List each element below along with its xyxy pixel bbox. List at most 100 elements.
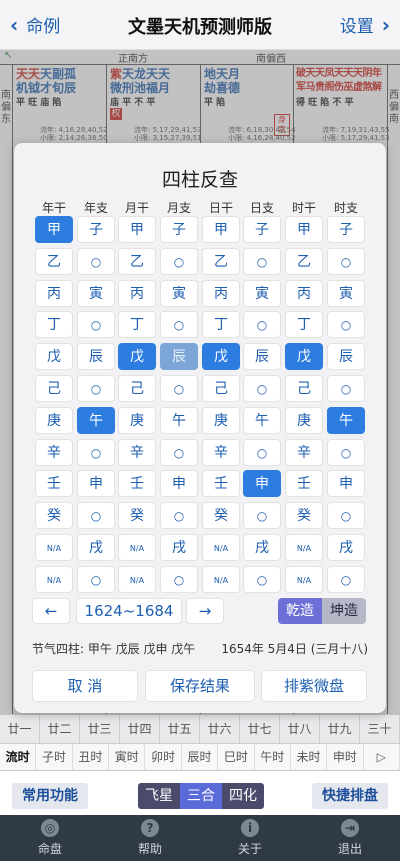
next-range-button[interactable]: → xyxy=(186,598,224,624)
pillar-option-year-branch[interactable]: ○ xyxy=(77,375,115,402)
pillar-option-year-stem[interactable]: 庚 xyxy=(35,407,73,434)
pillar-option-hour-branch[interactable]: ○ xyxy=(327,375,365,402)
hour-cell[interactable]: 未时 xyxy=(291,744,328,770)
pillar-option-day-branch[interactable]: ○ xyxy=(243,566,281,593)
pillar-option-year-branch[interactable]: ○ xyxy=(77,248,115,275)
pillar-option-day-stem[interactable]: N/A xyxy=(202,534,240,561)
pillar-option-year-stem[interactable]: 癸 xyxy=(35,502,73,529)
pillar-option-hour-stem[interactable]: 己 xyxy=(285,375,323,402)
pillar-option-month-branch[interactable]: 子 xyxy=(160,216,198,243)
pillar-option-day-branch[interactable]: ○ xyxy=(243,375,281,402)
pillar-option-year-stem[interactable]: 己 xyxy=(35,375,73,402)
pillar-option-month-stem[interactable]: 丁 xyxy=(118,311,156,338)
pillar-option-month-stem[interactable]: 丙 xyxy=(118,280,156,307)
pillar-option-year-stem[interactable]: N/A xyxy=(35,534,73,561)
pillar-option-hour-branch[interactable]: 寅 xyxy=(327,280,365,307)
pillar-option-month-branch[interactable]: 辰 xyxy=(160,343,198,370)
pillar-option-year-branch[interactable]: ○ xyxy=(77,566,115,593)
lunar-day-cell[interactable]: 廿五 xyxy=(160,715,200,743)
lunar-day-cell[interactable]: 廿九 xyxy=(320,715,360,743)
pillar-option-day-branch[interactable]: 寅 xyxy=(243,280,281,307)
hour-cell[interactable]: 寅时 xyxy=(109,744,146,770)
pillar-option-month-stem[interactable]: 癸 xyxy=(118,502,156,529)
pillar-option-day-branch[interactable]: ○ xyxy=(243,311,281,338)
pillar-option-day-stem[interactable]: N/A xyxy=(202,566,240,593)
quick-chart-button[interactable]: 快捷排盘 xyxy=(312,783,388,809)
lunar-day-cell[interactable]: 廿二 xyxy=(40,715,80,743)
pillar-option-year-branch[interactable]: 子 xyxy=(77,216,115,243)
pillar-option-month-branch[interactable]: 午 xyxy=(160,407,198,434)
pillar-option-month-stem[interactable]: 庚 xyxy=(118,407,156,434)
pillar-option-hour-stem[interactable]: 丁 xyxy=(285,311,323,338)
pillar-option-hour-branch[interactable]: ○ xyxy=(327,248,365,275)
pillar-option-month-branch[interactable]: ○ xyxy=(160,566,198,593)
pillar-option-hour-branch[interactable]: 午 xyxy=(327,407,365,434)
pillar-option-day-stem[interactable]: 丁 xyxy=(202,311,240,338)
pillar-option-hour-stem[interactable]: N/A xyxy=(285,534,323,561)
pillar-option-hour-branch[interactable]: 辰 xyxy=(327,343,365,370)
pillar-option-month-branch[interactable]: ○ xyxy=(160,311,198,338)
pillar-option-day-branch[interactable]: 戌 xyxy=(243,534,281,561)
pillar-option-day-stem[interactable]: 戊 xyxy=(202,343,240,370)
pillar-option-hour-stem[interactable]: 丙 xyxy=(285,280,323,307)
hour-cell[interactable]: 午时 xyxy=(255,744,291,770)
pillar-option-day-branch[interactable]: 申 xyxy=(243,470,281,497)
pillar-option-hour-branch[interactable]: ○ xyxy=(327,566,365,593)
pillar-option-month-branch[interactable]: ○ xyxy=(160,439,198,466)
hour-cell[interactable]: 巳时 xyxy=(218,744,255,770)
pillar-option-day-stem[interactable]: 庚 xyxy=(202,407,240,434)
tab-target[interactable]: ◎ 命盘 xyxy=(0,815,100,861)
segment-option[interactable]: 四化 xyxy=(222,783,264,809)
pillar-option-month-stem[interactable]: 己 xyxy=(118,375,156,402)
cancel-button[interactable]: 取 消 xyxy=(32,670,138,702)
segment-option[interactable]: 飞星 xyxy=(138,783,180,809)
pillar-option-month-branch[interactable]: ○ xyxy=(160,502,198,529)
hour-cell[interactable]: 卯时 xyxy=(145,744,182,770)
pillar-option-day-branch[interactable]: ○ xyxy=(243,502,281,529)
pillar-option-year-branch[interactable]: ○ xyxy=(77,439,115,466)
hour-cell[interactable]: 辰时 xyxy=(182,744,219,770)
lunar-day-cell[interactable]: 廿六 xyxy=(200,715,240,743)
pillar-option-hour-stem[interactable]: 辛 xyxy=(285,439,323,466)
pillar-option-hour-stem[interactable]: 戊 xyxy=(285,343,323,370)
pillar-option-year-stem[interactable]: 乙 xyxy=(35,248,73,275)
pillar-option-day-branch[interactable]: 午 xyxy=(243,407,281,434)
female-button[interactable]: 坤造 xyxy=(322,598,366,624)
prev-range-button[interactable]: ← xyxy=(32,598,70,624)
lunar-day-cell[interactable]: 三十 xyxy=(360,715,400,743)
pillar-option-hour-stem[interactable]: N/A xyxy=(285,566,323,593)
pillar-option-month-stem[interactable]: 甲 xyxy=(118,216,156,243)
pillar-option-year-branch[interactable]: 辰 xyxy=(77,343,115,370)
pillar-option-month-stem[interactable]: 壬 xyxy=(118,470,156,497)
pillar-option-day-stem[interactable]: 辛 xyxy=(202,439,240,466)
pillar-option-month-stem[interactable]: 乙 xyxy=(118,248,156,275)
pillar-option-hour-stem[interactable]: 乙 xyxy=(285,248,323,275)
tab-info[interactable]: i 关于 xyxy=(200,815,300,861)
pillar-option-year-branch[interactable]: 寅 xyxy=(77,280,115,307)
pillar-option-year-stem[interactable]: 甲 xyxy=(35,216,73,243)
pillar-option-day-stem[interactable]: 甲 xyxy=(202,216,240,243)
play-icon[interactable]: ▷ xyxy=(364,744,400,770)
tab-exit[interactable]: ⇥ 退出 xyxy=(300,815,400,861)
pillar-option-hour-stem[interactable]: 甲 xyxy=(285,216,323,243)
hour-cell[interactable]: 丑时 xyxy=(73,744,110,770)
pillar-option-hour-branch[interactable]: ○ xyxy=(327,311,365,338)
pillar-option-hour-stem[interactable]: 壬 xyxy=(285,470,323,497)
pillar-option-year-stem[interactable]: N/A xyxy=(35,566,73,593)
pillar-option-month-stem[interactable]: 戊 xyxy=(118,343,156,370)
pillar-option-hour-branch[interactable]: 戌 xyxy=(327,534,365,561)
pillar-option-month-branch[interactable]: ○ xyxy=(160,248,198,275)
pillar-option-hour-stem[interactable]: 庚 xyxy=(285,407,323,434)
pillar-option-year-branch[interactable]: ○ xyxy=(77,502,115,529)
pillar-option-hour-stem[interactable]: 癸 xyxy=(285,502,323,529)
pillar-option-year-branch[interactable]: 午 xyxy=(77,407,115,434)
pillar-option-year-stem[interactable]: 戊 xyxy=(35,343,73,370)
pillar-option-day-stem[interactable]: 癸 xyxy=(202,502,240,529)
pillar-option-month-branch[interactable]: 寅 xyxy=(160,280,198,307)
ziwei-chart-button[interactable]: 排紫微盘 xyxy=(261,670,367,702)
hour-cell[interactable]: 子时 xyxy=(36,744,73,770)
pillar-option-day-stem[interactable]: 丙 xyxy=(202,280,240,307)
male-button[interactable]: 乾造 xyxy=(278,598,322,624)
pillar-option-hour-branch[interactable]: ○ xyxy=(327,439,365,466)
pillar-option-month-stem[interactable]: 辛 xyxy=(118,439,156,466)
